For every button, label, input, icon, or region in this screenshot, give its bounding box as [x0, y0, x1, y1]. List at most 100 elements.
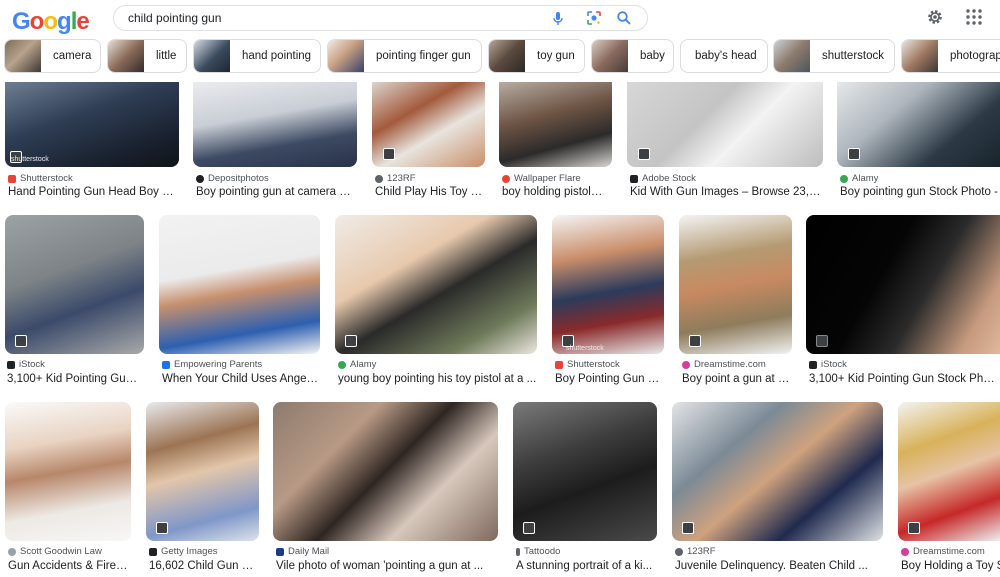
result-image[interactable]	[5, 82, 179, 167]
favicon-icon	[149, 547, 157, 556]
chip-camera[interactable]: camera	[4, 39, 101, 73]
result-source[interactable]: Depositphotos	[196, 173, 269, 184]
result-title[interactable]: 3,100+ Kid Pointing Gun Stock Photos	[809, 373, 1000, 385]
result-image[interactable]	[5, 402, 131, 541]
result-source[interactable]: 123RF	[375, 173, 416, 184]
result-source[interactable]: Adobe Stock	[630, 173, 696, 184]
chip-thumbnail	[5, 40, 41, 72]
result-title[interactable]: Child Play His Toy G...	[375, 186, 485, 198]
mic-icon[interactable]	[550, 10, 566, 26]
chip-label: baby's head	[695, 50, 757, 62]
favicon-icon	[162, 360, 170, 369]
result-source[interactable]: Wallpaper Flare	[502, 173, 581, 184]
apps-grid-icon[interactable]	[965, 8, 983, 26]
result-source[interactable]: Dreamstime.com	[901, 546, 985, 557]
image-badge-icon	[15, 335, 27, 347]
result-title[interactable]: Hand Pointing Gun Head Boy St...	[8, 186, 178, 198]
result-source[interactable]: Dreamstime.com	[682, 359, 766, 370]
result-image[interactable]	[837, 82, 1000, 167]
source-name: 123RF	[387, 173, 416, 184]
result-source[interactable]: Alamy	[840, 173, 878, 184]
chip-label: toy gun	[537, 50, 575, 62]
chip-shutterstock[interactable]: shutterstock	[773, 39, 895, 73]
result-title[interactable]: Boy Holding a Toy S	[901, 560, 1000, 572]
result-title[interactable]: Vile photo of woman 'pointing a gun at .…	[276, 560, 498, 572]
result-title[interactable]: 16,602 Child Gun P...	[149, 560, 255, 572]
result-source[interactable]: Scott Goodwin Law	[8, 546, 102, 557]
search-icon[interactable]	[616, 10, 632, 26]
image-badge-icon	[638, 148, 650, 160]
result-title[interactable]: Boy point a gun at y...	[682, 373, 792, 385]
chip-photograph[interactable]: photograp	[901, 39, 1000, 73]
chip-little[interactable]: little	[107, 39, 187, 73]
result-title[interactable]: Juvenile Delinquency. Beaten Child ...	[675, 560, 883, 572]
lens-icon[interactable]	[586, 10, 602, 26]
result-title[interactable]: Boy Pointing Gun C...	[555, 373, 661, 385]
image-badge-icon	[689, 335, 701, 347]
image-badge-icon	[156, 522, 168, 534]
source-name: Tattoodo	[524, 546, 561, 557]
image-badge-icon	[523, 522, 535, 534]
result-source[interactable]: iStock	[7, 359, 45, 370]
result-title[interactable]: When Your Child Uses Anger ...	[162, 373, 320, 385]
result-image[interactable]	[193, 82, 357, 167]
result-title[interactable]: Gun Accidents & Firear...	[8, 560, 130, 572]
favicon-icon	[196, 174, 204, 183]
result-source[interactable]: Empowering Parents	[162, 359, 262, 370]
chip-pointing-finger-gun[interactable]: pointing finger gun	[327, 39, 482, 73]
chip-toy-gun[interactable]: toy gun	[488, 39, 585, 73]
source-name: Dreamstime.com	[913, 546, 985, 557]
result-title[interactable]: A stunning portrait of a ki...	[516, 560, 657, 572]
result-image[interactable]	[146, 402, 259, 541]
chip-hand-pointing[interactable]: hand pointing	[193, 39, 321, 73]
result-image[interactable]	[552, 215, 664, 354]
result-title[interactable]: Kid With Gun Images – Browse 23,0...	[630, 186, 822, 198]
result-source[interactable]: Getty Images	[149, 546, 218, 557]
result-image[interactable]	[273, 402, 498, 541]
result-source[interactable]: Shutterstock	[555, 359, 620, 370]
source-name: Empowering Parents	[174, 359, 263, 370]
chip-label: hand pointing	[242, 50, 312, 62]
favicon-icon	[375, 174, 383, 183]
result-title[interactable]: 3,100+ Kid Pointing Gun ...	[7, 373, 143, 385]
chip-baby[interactable]: baby	[591, 39, 674, 73]
chip-thumbnail	[774, 40, 810, 72]
result-source[interactable]: Shutterstock	[8, 173, 73, 184]
gear-icon[interactable]	[926, 8, 944, 26]
result-title[interactable]: Boy pointing gun at camera St...	[196, 186, 356, 198]
result-source[interactable]: iStock	[809, 359, 847, 370]
result-image[interactable]	[898, 402, 1000, 541]
favicon-icon	[276, 547, 284, 556]
result-image[interactable]	[806, 215, 1000, 354]
result-image[interactable]	[499, 82, 612, 167]
result-image[interactable]	[159, 215, 320, 354]
favicon-icon	[8, 547, 16, 556]
search-box[interactable]	[113, 5, 648, 31]
result-title[interactable]: boy holding pistol t...	[502, 186, 605, 198]
result-image[interactable]	[627, 82, 823, 167]
related-searches-bar: camera little hand pointing pointing fin…	[0, 38, 1000, 78]
result-image[interactable]	[513, 402, 657, 541]
chip-thumbnail	[902, 40, 938, 72]
search-input[interactable]	[128, 9, 528, 27]
favicon-icon	[8, 174, 16, 183]
source-name: Shutterstock	[20, 173, 73, 184]
google-logo[interactable]: Google	[12, 8, 90, 38]
result-source[interactable]: Alamy	[338, 359, 376, 370]
result-image[interactable]	[672, 402, 883, 541]
result-source[interactable]: Daily Mail	[276, 546, 329, 557]
result-image[interactable]	[679, 215, 792, 354]
source-name: Scott Goodwin Law	[20, 546, 102, 557]
result-source[interactable]: 123RF	[675, 546, 716, 557]
result-source[interactable]: Tattoodo	[516, 546, 560, 557]
result-title[interactable]: young boy pointing his toy pistol at a .…	[338, 373, 538, 385]
result-title[interactable]: Boy pointing gun Stock Photo - A	[840, 186, 1000, 198]
image-badge-icon	[816, 335, 828, 347]
source-name: Wallpaper Flare	[514, 173, 581, 184]
source-name: Alamy	[350, 359, 377, 370]
favicon-icon	[7, 360, 15, 369]
chip-thumbnail	[108, 40, 144, 72]
result-image[interactable]	[335, 215, 537, 354]
result-image[interactable]	[5, 215, 144, 354]
chip-babys-head[interactable]: baby's head	[680, 39, 768, 73]
